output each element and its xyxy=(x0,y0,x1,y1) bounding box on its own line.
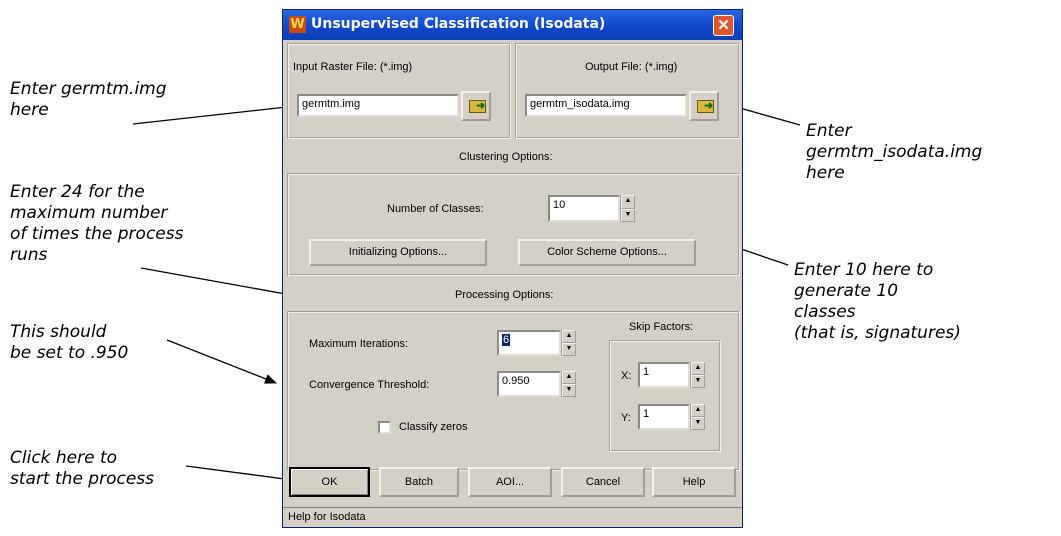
max-iterations-value: 6 xyxy=(502,334,511,346)
spin-down-icon[interactable]: ▼ xyxy=(691,417,705,430)
window-title: Unsupervised Classification (Isodata) xyxy=(311,16,606,32)
num-classes-label: Number of Classes: xyxy=(387,203,484,215)
skip-y-label: Y: xyxy=(621,412,631,424)
app-icon: W xyxy=(289,16,306,33)
spin-down-icon[interactable]: ▼ xyxy=(562,343,576,356)
ok-button[interactable]: OK xyxy=(289,467,370,497)
color-scheme-options-button[interactable]: Color Scheme Options... xyxy=(518,239,696,266)
spin-up-icon[interactable]: ▲ xyxy=(562,371,576,384)
annotation-input: Enter germtm.img here xyxy=(10,79,167,120)
batch-button[interactable]: Batch xyxy=(379,467,459,497)
spin-up-icon[interactable]: ▲ xyxy=(691,404,705,417)
convergence-field[interactable]: 0.950 xyxy=(497,371,561,397)
spin-up-icon[interactable]: ▲ xyxy=(562,330,576,343)
title-bar[interactable]: W Unsupervised Classification (Isodata) … xyxy=(283,10,742,40)
close-button[interactable]: ✕ xyxy=(713,15,734,36)
num-classes-spinner[interactable]: ▲ ▼ xyxy=(620,195,635,222)
spin-down-icon[interactable]: ▼ xyxy=(562,384,576,397)
output-file-label: Output File: (*.img) xyxy=(585,61,678,73)
skip-x-spinner[interactable]: ▲ ▼ xyxy=(690,362,705,388)
annotation-convergence: This should be set to .950 xyxy=(10,322,129,363)
status-bar: Help for Isodata xyxy=(283,507,742,527)
cancel-button[interactable]: Cancel xyxy=(561,467,645,497)
skip-y-spinner[interactable]: ▲ ▼ xyxy=(690,404,705,430)
input-raster-field[interactable]: germtm.img xyxy=(297,94,459,117)
output-file-field[interactable]: germtm_isodata.img xyxy=(525,94,687,117)
open-arrow-icon: ➜ xyxy=(476,100,486,112)
help-button[interactable]: Help xyxy=(652,467,736,497)
annotation-iterations: Enter 24 for the maximum number of times… xyxy=(10,182,184,265)
input-browse-button[interactable]: ➜ xyxy=(461,91,491,121)
skip-x-label: X: xyxy=(621,370,632,382)
spin-down-icon[interactable]: ▼ xyxy=(621,208,635,222)
skip-factors-panel xyxy=(609,340,721,452)
spin-down-icon[interactable]: ▼ xyxy=(691,375,705,388)
classify-zeros-checkbox[interactable] xyxy=(378,421,391,434)
open-arrow-icon: ➜ xyxy=(704,100,714,112)
annotation-ok: Click here to start the process xyxy=(10,448,155,489)
spin-up-icon[interactable]: ▲ xyxy=(691,362,705,375)
skip-factors-label: Skip Factors: xyxy=(629,321,694,333)
max-iterations-field[interactable]: 6 xyxy=(497,330,561,356)
annotation-classes: Enter 10 here to generate 10 classes (th… xyxy=(794,260,961,343)
isodata-dialog: W Unsupervised Classification (Isodata) … xyxy=(282,9,743,528)
arrow-convergence xyxy=(166,339,277,384)
skip-x-field[interactable]: 1 xyxy=(638,362,690,388)
classify-zeros-label: Classify zeros xyxy=(399,421,468,433)
aoi-button[interactable]: AOI... xyxy=(468,467,552,497)
convergence-spinner[interactable]: ▲ ▼ xyxy=(561,371,576,397)
max-iterations-spinner[interactable]: ▲ ▼ xyxy=(561,330,576,356)
processing-heading: Processing Options: xyxy=(455,289,554,301)
annotation-output: Enter germtm_isodata.img here xyxy=(806,121,983,183)
convergence-label: Convergence Threshold: xyxy=(309,379,430,391)
skip-y-field[interactable]: 1 xyxy=(638,404,690,430)
initializing-options-button[interactable]: Initializing Options... xyxy=(309,239,487,266)
spin-up-icon[interactable]: ▲ xyxy=(621,195,635,209)
output-browse-button[interactable]: ➜ xyxy=(689,91,719,121)
num-classes-field[interactable]: 10 xyxy=(548,195,620,222)
clustering-heading: Clustering Options: xyxy=(459,151,553,163)
max-iterations-label: Maximum Iterations: xyxy=(309,338,409,350)
input-raster-label: Input Raster File: (*.img) xyxy=(293,61,413,73)
